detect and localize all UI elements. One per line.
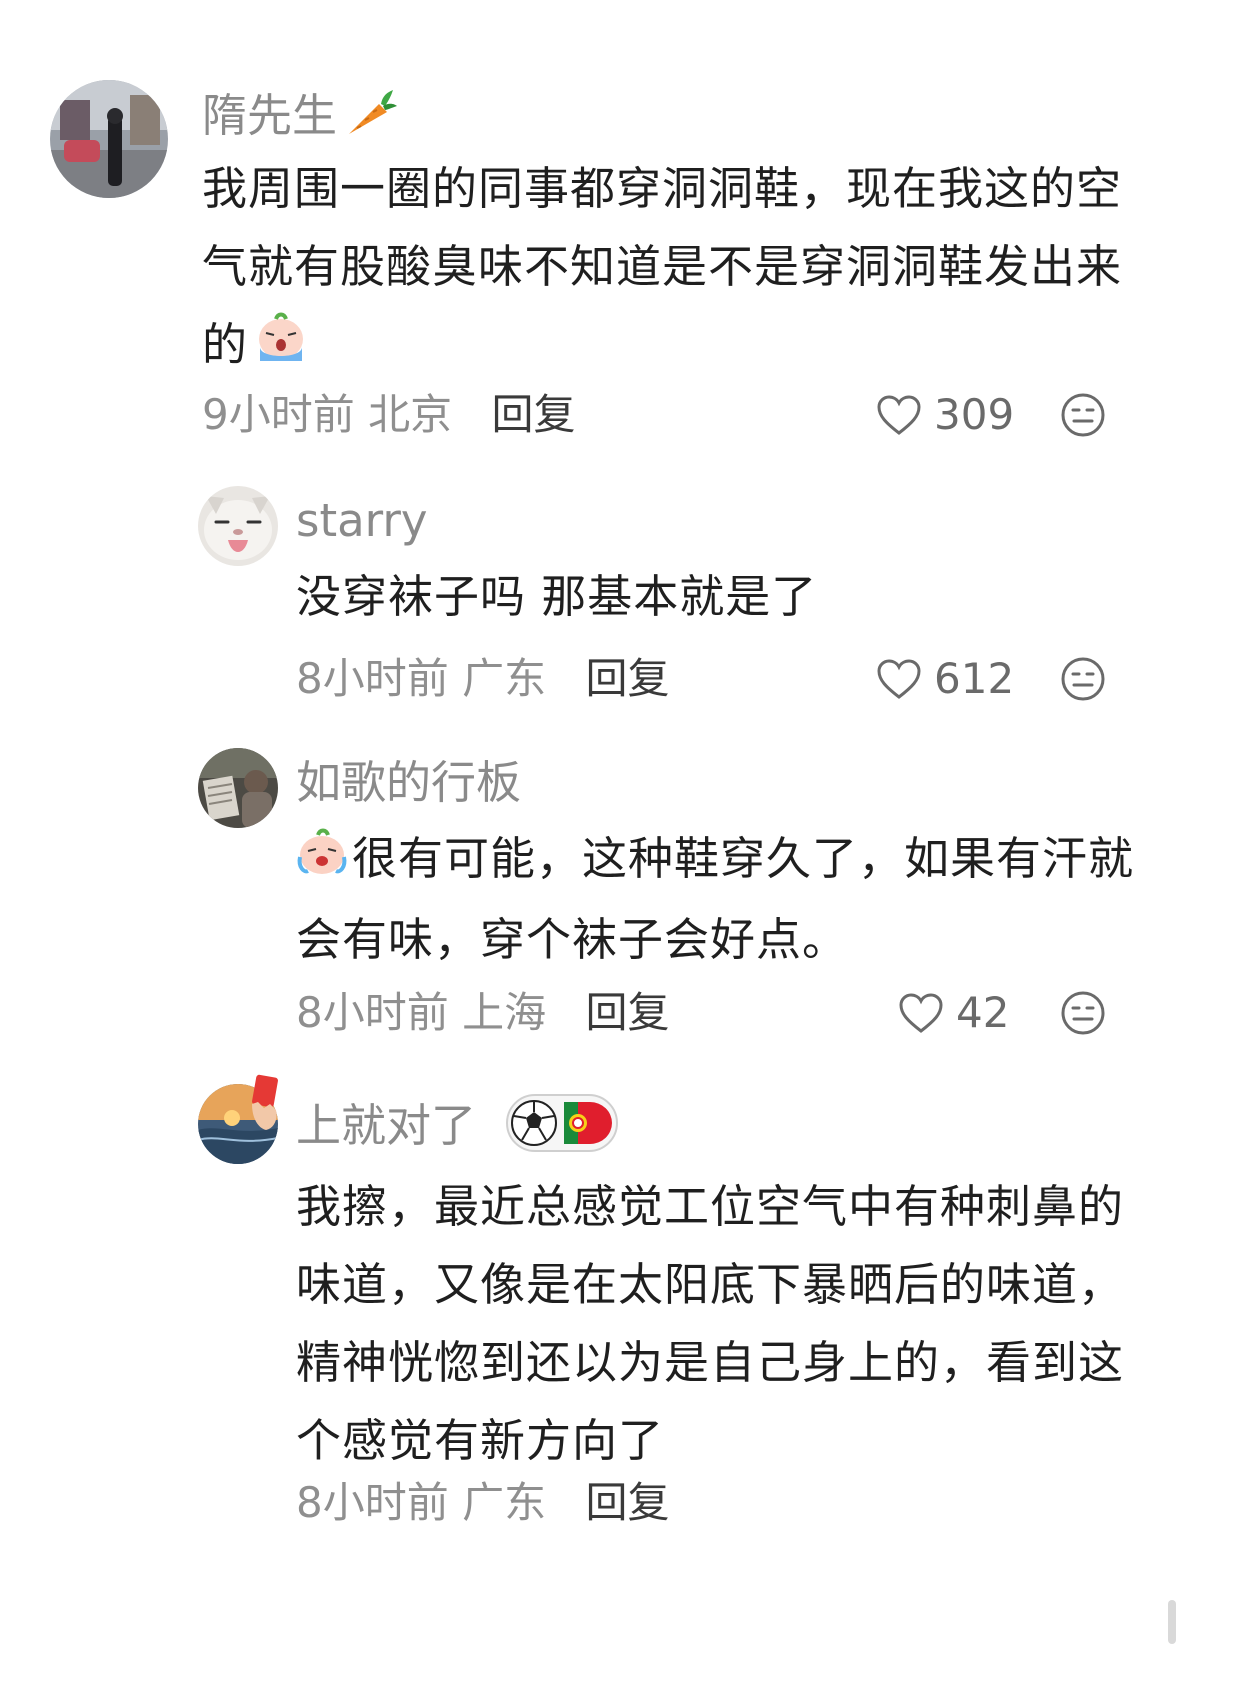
comment-text: 没穿袜子吗 那基本就是了 (296, 570, 818, 623)
like-count: 42 (956, 988, 1010, 1037)
reply-button[interactable]: 回复 (585, 654, 669, 703)
scrollbar-thumb[interactable] (1168, 1600, 1176, 1644)
username[interactable]: starry (296, 494, 428, 548)
reply-button[interactable]: 回复 (585, 988, 669, 1037)
username[interactable]: 隋先生 (202, 86, 399, 152)
reply-button[interactable]: 回复 (585, 1478, 669, 1527)
comment-time: 9小时前 (202, 390, 355, 439)
heart-icon (899, 993, 943, 1033)
red-card-icon (246, 1074, 284, 1138)
comment-text: 我擦，最近总感觉工位空气中有种刺鼻的味道，又像是在太阳底下暴晒后的味道，精神恍惚… (296, 1180, 1125, 1467)
username[interactable]: 上就对了 (296, 1094, 619, 1164)
comment-text: 我周围一圈的同事都穿洞洞鞋，现在我这的空气就有股酸臭味不知道是不是穿洞洞鞋发出来… (202, 150, 1142, 387)
comment-text: 很有可能，这种鞋穿久了，如果有汗就会有味，穿个袜子会好点。 (296, 820, 1142, 979)
like-count: 309 (934, 390, 1015, 439)
like-button[interactable]: 612 (876, 654, 1014, 704)
dislike-face-icon[interactable] (1060, 392, 1106, 442)
crying-face-icon (296, 823, 348, 901)
comment-meta: 8小时前 广东 回复 (296, 654, 669, 704)
comment-meta: 8小时前 广东 回复 (296, 1478, 669, 1528)
dislike-face-icon[interactable] (1060, 656, 1106, 706)
crying-face-icon (254, 309, 308, 387)
avatar-image (198, 748, 278, 828)
comment-time: 8小时前 (296, 988, 449, 1037)
comment-meta: 9小时前 北京 回复 (202, 390, 575, 440)
heart-icon (877, 395, 921, 435)
comment-location: 广东 (462, 1478, 547, 1527)
comment-location: 上海 (462, 988, 547, 1037)
reply-button[interactable]: 回复 (491, 390, 575, 439)
heart-icon (877, 659, 921, 699)
comment-location: 北京 (368, 390, 453, 439)
avatar[interactable] (198, 486, 278, 566)
like-button[interactable]: 309 (876, 390, 1014, 440)
avatar-image (50, 80, 168, 198)
carrot-icon (343, 86, 399, 152)
soccer-portugal-badge (506, 1094, 619, 1164)
comment-meta: 8小时前 上海 回复 (296, 988, 669, 1038)
username[interactable]: 如歌的行板 (296, 756, 521, 810)
comment-time: 8小时前 (296, 1478, 449, 1527)
avatar-image (198, 486, 278, 566)
like-count: 612 (934, 654, 1015, 703)
comment-time: 8小时前 (296, 654, 449, 703)
like-button[interactable]: 42 (898, 988, 1009, 1038)
avatar[interactable] (198, 748, 278, 828)
comment-location: 广东 (462, 654, 547, 703)
avatar[interactable] (50, 80, 168, 198)
dislike-face-icon[interactable] (1060, 990, 1106, 1040)
